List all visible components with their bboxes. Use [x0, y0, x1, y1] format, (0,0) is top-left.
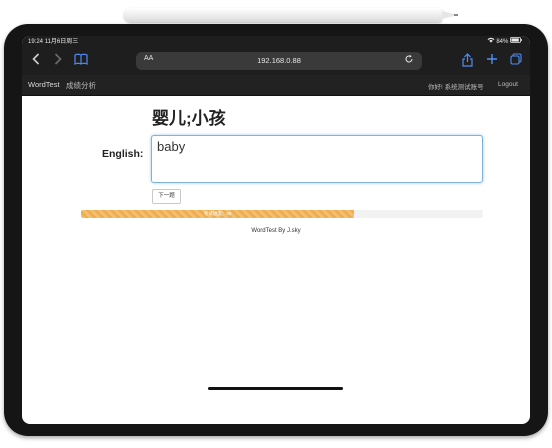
- safari-toolbar: AA 192.168.0.88: [22, 48, 530, 75]
- nav-score-analysis[interactable]: 成绩分析: [66, 80, 96, 91]
- progress-bar: 考试进度：68: [81, 210, 483, 218]
- english-label: English:: [102, 148, 144, 160]
- progress-label: 考试进度：68: [203, 211, 232, 216]
- answer-input[interactable]: baby: [151, 135, 483, 183]
- tabs-overview-icon[interactable]: [510, 53, 522, 69]
- battery-icon: [510, 37, 522, 45]
- new-tab-icon[interactable]: [486, 53, 498, 69]
- back-icon[interactable]: [32, 53, 40, 69]
- reload-icon[interactable]: [404, 54, 414, 67]
- answer-value: baby: [157, 139, 186, 154]
- apple-pencil: [124, 8, 458, 22]
- brand-link[interactable]: WordTest: [28, 80, 60, 89]
- share-icon[interactable]: [462, 53, 473, 71]
- site-navbar: WordTest 成绩分析 你好! 系统测试账号 Logout: [22, 75, 530, 96]
- bookmarks-icon[interactable]: [74, 53, 88, 69]
- next-question-button[interactable]: 下一题: [152, 189, 181, 204]
- footer-credit: WordTest By J.sky: [251, 228, 301, 234]
- ipad-screen: 19:24 11月6日周三 84% AA 192.168.0.88 WordTe…: [22, 36, 530, 424]
- ipad-frame: 19:24 11月6日周三 84% AA 192.168.0.88 WordTe…: [4, 24, 548, 436]
- user-greeting[interactable]: 你好! 系统测试账号: [428, 81, 484, 91]
- home-indicator[interactable]: [208, 387, 343, 390]
- url-text: 192.168.0.88: [257, 56, 301, 65]
- battery-percent: 84%: [496, 39, 509, 45]
- status-bar: 19:24 11月6日周三 84%: [22, 36, 530, 48]
- forward-icon[interactable]: [54, 53, 62, 69]
- logout-link[interactable]: Logout: [498, 81, 518, 88]
- status-time: 19:24: [28, 39, 44, 45]
- status-date: 11月6日周三: [44, 39, 79, 45]
- wifi-icon: [487, 37, 497, 45]
- progress-fill: 考试进度：68: [81, 210, 355, 218]
- address-bar[interactable]: AA 192.168.0.88: [136, 52, 422, 70]
- chinese-word-prompt: 婴儿;小孩: [152, 109, 226, 128]
